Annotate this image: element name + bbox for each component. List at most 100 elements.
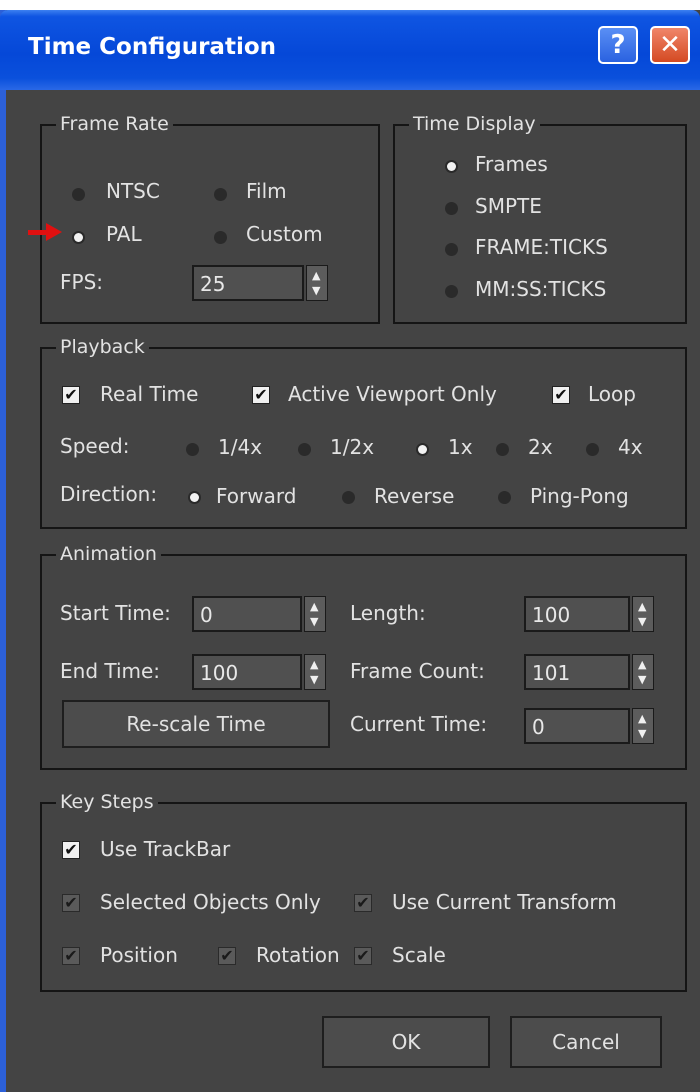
rotation-label: Rotation <box>256 943 340 967</box>
current-time-arrows[interactable]: ▲ ▼ <box>632 708 654 744</box>
current-time-spinner[interactable]: 0 ▲ ▼ <box>524 708 654 744</box>
end-time-value: 100 <box>200 661 239 685</box>
spin-up-icon[interactable]: ▲ <box>638 601 646 612</box>
radio-ntsc[interactable] <box>72 188 85 201</box>
radio-ping-pong[interactable] <box>498 491 511 504</box>
length-label: Length: <box>350 601 426 625</box>
radio-speed-quarter-label: 1/4x <box>218 435 263 459</box>
use-trackbar-label: Use TrackBar <box>100 837 231 861</box>
spin-down-icon[interactable]: ▼ <box>638 674 646 685</box>
title-bar[interactable]: Time Configuration ? ✕ <box>0 10 700 90</box>
frame-count-label: Frame Count: <box>350 659 485 683</box>
radio-speed-4x-label: 4x <box>618 435 643 459</box>
use-current-transform-checkbox[interactable]: ✔ <box>354 894 372 912</box>
key-steps-legend: Key Steps <box>56 789 158 815</box>
rotation-checkbox[interactable]: ✔ <box>218 947 236 965</box>
key-steps-group: Key Steps ✔ Use TrackBar ✔ Selected Obje… <box>40 789 687 992</box>
radio-speed-2x[interactable] <box>496 443 509 456</box>
active-viewport-label: Active Viewport Only <box>288 382 497 406</box>
animation-group: Animation Start Time: 0 ▲ ▼ Length: 100 … <box>40 541 687 770</box>
close-button[interactable]: ✕ <box>650 26 690 64</box>
current-time-value: 0 <box>532 715 545 739</box>
animation-legend: Animation <box>56 541 161 567</box>
start-time-arrows[interactable]: ▲ ▼ <box>304 596 326 632</box>
frame-rate-group: Frame Rate NTSC Film PAL Custom FPS: 25 … <box>28 111 380 324</box>
frame-count-spinner[interactable]: 101 ▲ ▼ <box>524 654 654 690</box>
radio-film[interactable] <box>214 188 227 201</box>
ok-button[interactable]: OK <box>322 1016 490 1068</box>
use-current-transform-label: Use Current Transform <box>392 890 617 914</box>
radio-frames-label: Frames <box>475 152 548 176</box>
spin-down-icon[interactable]: ▼ <box>638 728 646 739</box>
direction-label: Direction: <box>60 482 158 506</box>
radio-speed-quarter[interactable] <box>186 443 199 456</box>
length-value: 100 <box>532 603 571 627</box>
start-time-value: 0 <box>200 603 213 627</box>
radio-speed-1x-label: 1x <box>448 435 473 459</box>
radio-pal[interactable] <box>72 231 85 244</box>
frame-count-arrows[interactable]: ▲ ▼ <box>632 654 654 690</box>
selected-objects-only-checkbox[interactable]: ✔ <box>62 894 80 912</box>
end-time-spinner[interactable]: 100 ▲ ▼ <box>192 654 326 690</box>
radio-custom[interactable] <box>214 231 227 244</box>
radio-smpte[interactable] <box>445 202 458 215</box>
fps-spinner[interactable]: 25 ▲ ▼ <box>192 265 328 301</box>
time-display-legend: Time Display <box>409 111 540 137</box>
loop-checkbox[interactable]: ✔ <box>552 386 570 404</box>
radio-frames[interactable] <box>445 160 458 173</box>
length-spinner[interactable]: 100 ▲ ▼ <box>524 596 654 632</box>
playback-group: Playback ✔ Real Time ✔ Active Viewport O… <box>40 334 687 529</box>
radio-ping-pong-label: Ping-Pong <box>530 484 629 508</box>
scale-label: Scale <box>392 943 446 967</box>
position-label: Position <box>100 943 178 967</box>
loop-label: Loop <box>588 382 636 406</box>
scale-checkbox[interactable]: ✔ <box>354 947 372 965</box>
real-time-checkbox[interactable]: ✔ <box>62 386 80 404</box>
radio-ntsc-label: NTSC <box>106 179 160 203</box>
radio-speed-1x[interactable] <box>416 443 429 456</box>
radio-frame-ticks-label: FRAME:TICKS <box>475 235 608 259</box>
spin-up-icon[interactable]: ▲ <box>312 270 320 281</box>
spin-down-icon[interactable]: ▼ <box>312 285 320 296</box>
start-time-spinner[interactable]: 0 ▲ ▼ <box>192 596 326 632</box>
end-time-label: End Time: <box>60 659 161 683</box>
use-trackbar-checkbox[interactable]: ✔ <box>62 841 80 859</box>
fps-label: FPS: <box>60 270 103 294</box>
dialog-title: Time Configuration <box>28 34 277 60</box>
radio-reverse[interactable] <box>342 491 355 504</box>
rescale-time-button[interactable]: Re-scale Time <box>62 700 330 748</box>
selected-objects-only-label: Selected Objects Only <box>100 890 321 914</box>
position-checkbox[interactable]: ✔ <box>62 947 80 965</box>
radio-smpte-label: SMPTE <box>475 194 542 218</box>
frame-count-value: 101 <box>532 661 571 685</box>
length-arrows[interactable]: ▲ ▼ <box>632 596 654 632</box>
cancel-button[interactable]: Cancel <box>510 1016 662 1068</box>
radio-frame-ticks[interactable] <box>445 243 458 256</box>
annotation-arrow-icon <box>28 223 62 241</box>
radio-speed-4x[interactable] <box>586 443 599 456</box>
radio-custom-label: Custom <box>246 222 323 246</box>
spin-up-icon[interactable]: ▲ <box>638 659 646 670</box>
spin-down-icon[interactable]: ▼ <box>310 674 318 685</box>
time-display-group: Time Display Frames SMPTE FRAME:TICKS MM… <box>393 111 687 324</box>
fps-spinner-arrows[interactable]: ▲ ▼ <box>306 265 328 301</box>
fps-value: 25 <box>200 272 226 296</box>
end-time-arrows[interactable]: ▲ ▼ <box>304 654 326 690</box>
radio-mm-ss-ticks[interactable] <box>445 285 458 298</box>
spin-up-icon[interactable]: ▲ <box>638 713 646 724</box>
spin-up-icon[interactable]: ▲ <box>310 601 318 612</box>
spin-up-icon[interactable]: ▲ <box>310 659 318 670</box>
radio-forward[interactable] <box>188 491 201 504</box>
frame-rate-legend: Frame Rate <box>56 111 173 137</box>
time-configuration-dialog: Time Configuration ? ✕ Frame Rate NTSC F… <box>0 10 700 1092</box>
spin-down-icon[interactable]: ▼ <box>310 616 318 627</box>
speed-label: Speed: <box>60 434 130 458</box>
active-viewport-checkbox[interactable]: ✔ <box>252 386 270 404</box>
radio-speed-half[interactable] <box>298 443 311 456</box>
help-button[interactable]: ? <box>598 26 638 64</box>
radio-film-label: Film <box>246 179 287 203</box>
start-time-label: Start Time: <box>60 601 171 625</box>
spin-down-icon[interactable]: ▼ <box>638 616 646 627</box>
radio-pal-label: PAL <box>106 222 142 246</box>
radio-reverse-label: Reverse <box>374 484 455 508</box>
